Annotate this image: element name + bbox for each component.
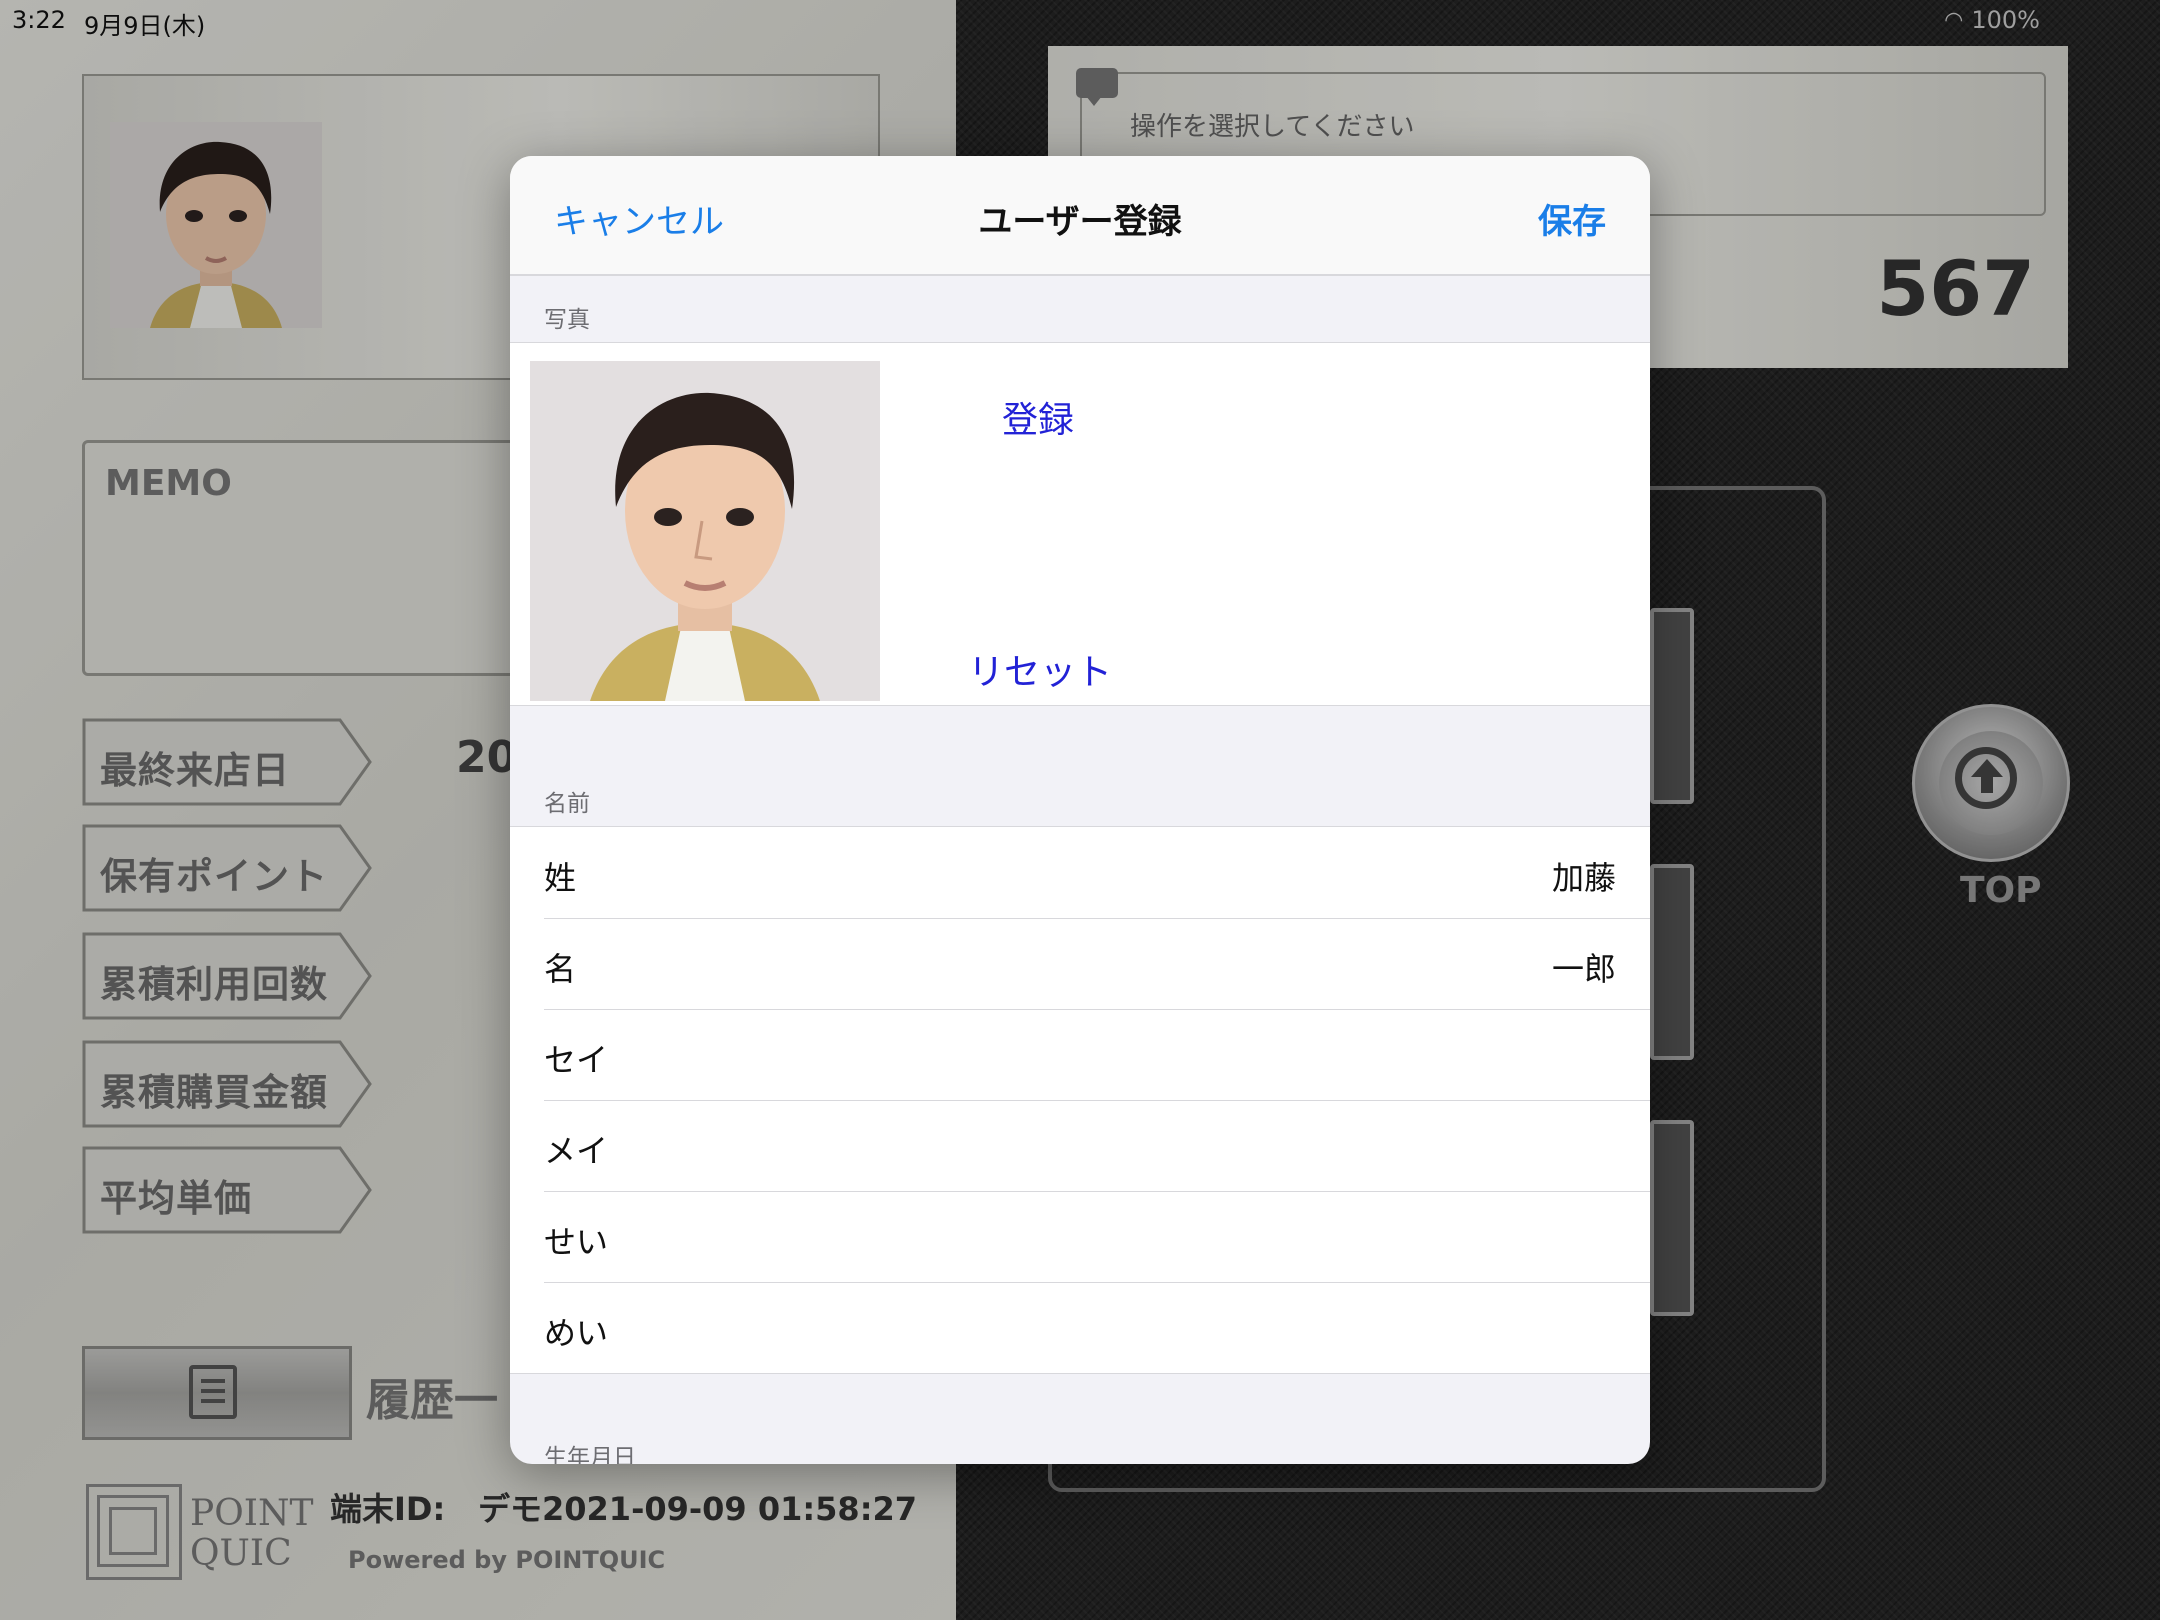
field-label: 姓: [544, 859, 577, 897]
first-name-field[interactable]: 一郎: [1552, 944, 1616, 990]
section-label-birthday: 生年月日: [544, 1445, 636, 1464]
field-label: セイ: [544, 1041, 609, 1079]
last-name-field[interactable]: 加藤: [1552, 853, 1616, 899]
name-row-last-name-hiragana[interactable]: せい: [510, 1191, 1650, 1282]
save-button[interactable]: 保存: [1538, 194, 1606, 243]
section-label-photo: 写真: [544, 307, 590, 333]
field-label: メイ: [544, 1132, 609, 1170]
name-row-last-name[interactable]: 姓 加藤: [510, 827, 1650, 918]
name-section: 姓 加藤 名 一郎 セイ メイ せい めい: [510, 826, 1650, 1374]
modal-header: キャンセル ユーザー登録 保存: [510, 156, 1650, 276]
name-row-first-name[interactable]: 名 一郎: [510, 918, 1650, 1009]
field-label: せい: [544, 1223, 609, 1261]
register-photo-button[interactable]: 登録: [1002, 391, 1074, 443]
name-row-first-name-hiragana[interactable]: めい: [510, 1282, 1650, 1373]
name-row-last-name-katakana[interactable]: セイ: [510, 1009, 1650, 1100]
reset-photo-button[interactable]: リセット: [968, 643, 1112, 695]
photo-section: 登録 リセット: [510, 342, 1650, 706]
user-registration-modal: キャンセル ユーザー登録 保存 写真 登録 リセット 名前 姓 加藤 名 一郎: [510, 156, 1650, 1464]
section-label-name: 名前: [544, 791, 590, 817]
field-label: めい: [544, 1314, 609, 1352]
name-row-first-name-katakana[interactable]: メイ: [510, 1100, 1650, 1191]
field-label: 名: [544, 950, 577, 988]
registered-photo: [530, 361, 880, 701]
modal-title: ユーザー登録: [978, 202, 1182, 242]
